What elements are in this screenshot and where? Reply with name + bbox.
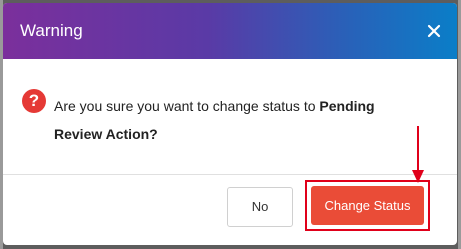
close-icon — [427, 24, 441, 38]
message-text: Are you sure you want to change status t… — [54, 98, 320, 114]
dialog-title: Warning — [20, 21, 83, 40]
arrow-down-icon — [412, 126, 424, 183]
dialog-message: Are you sure you want to change status t… — [54, 92, 424, 148]
dialog-body: ? Are you sure you want to change status… — [3, 59, 457, 174]
close-button[interactable] — [425, 22, 443, 40]
footer-divider — [3, 174, 457, 175]
change-status-button[interactable]: Change Status — [311, 186, 424, 225]
dialog-header: Warning — [3, 3, 457, 59]
question-icon: ? — [22, 89, 46, 113]
no-button[interactable]: No — [227, 187, 293, 227]
